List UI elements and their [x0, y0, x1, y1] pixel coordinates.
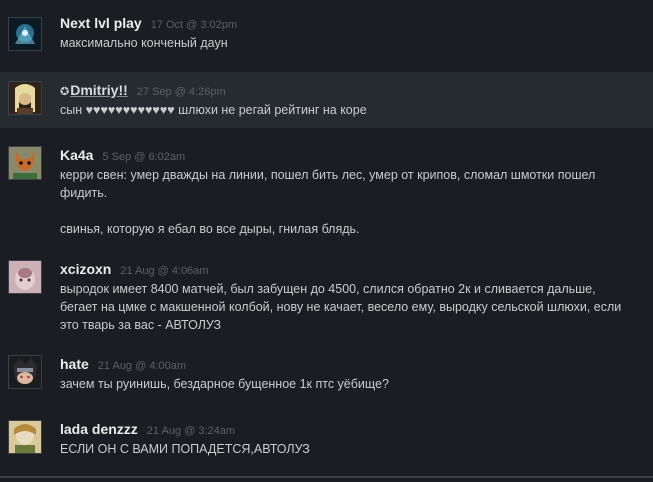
comment-author[interactable]: xcizoxn [60, 261, 111, 277]
comment-author[interactable]: lada denzzz [60, 421, 138, 437]
comment: hate 21 Aug @ 4:00am зачем ты руинишь, б… [0, 346, 653, 404]
comment-timestamp: 17 Oct @ 3:02pm [150, 19, 238, 31]
comment-timestamp: 27 Sep @ 4:26pm [136, 86, 226, 98]
comment-timestamp: 21 Aug @ 3:24am [146, 425, 236, 437]
avatar[interactable] [8, 420, 42, 454]
comment-text: ЕСЛИ ОН С ВАМИ ПОПАДЕТСЯ,АВТОЛУЗ [60, 442, 310, 456]
comment-text: сын ♥♥♥♥♥♥♥♥♥♥♥♥ шлюхи не регай рейтинг … [60, 103, 367, 117]
comment-author[interactable]: hate [60, 356, 89, 372]
avatar[interactable] [8, 260, 42, 294]
comment: Ka4a 5 Sep @ 6:02am керри свен: умер два… [0, 138, 653, 246]
comment-text: максимально конченый даун [60, 36, 228, 50]
comment-timestamp: 21 Aug @ 4:00am [97, 360, 187, 372]
bottom-divider [0, 476, 653, 478]
comment-author[interactable]: Ka4a [60, 147, 93, 163]
avatar[interactable] [8, 81, 42, 115]
comment: Next lvl play 17 Oct @ 3:02pm максимальн… [0, 10, 653, 66]
comment-thread: Next lvl play 17 Oct @ 3:02pm максимальн… [0, 0, 653, 482]
comment-text: керри свен: умер дважды на линии, пошел … [60, 168, 596, 236]
avatar[interactable] [8, 17, 42, 51]
comment-text: зачем ты руинишь, бездарное бущенное 1к … [60, 377, 389, 391]
comment-author[interactable]: Dmitriy!! [70, 82, 128, 98]
comment-text: выродок имеет 8400 матчей, был забущен д… [60, 282, 622, 332]
comment-timestamp: 5 Sep @ 6:02am [102, 151, 186, 163]
comment: ✪ Dmitriy!! 27 Sep @ 4:26pm сын ♥♥♥♥♥♥♥♥… [0, 72, 653, 128]
comment: lada denzzz 21 Aug @ 3:24am ЕСЛИ ОН С ВА… [0, 411, 653, 469]
comment: xcizoxn 21 Aug @ 4:06am выродок имеет 84… [0, 251, 653, 343]
comment-timestamp: 21 Aug @ 4:06am [120, 265, 209, 277]
avatar[interactable] [8, 355, 42, 389]
profile-badge-icon: ✪ [60, 86, 70, 98]
comment-author[interactable]: Next lvl play [60, 15, 142, 31]
avatar[interactable] [8, 146, 42, 180]
